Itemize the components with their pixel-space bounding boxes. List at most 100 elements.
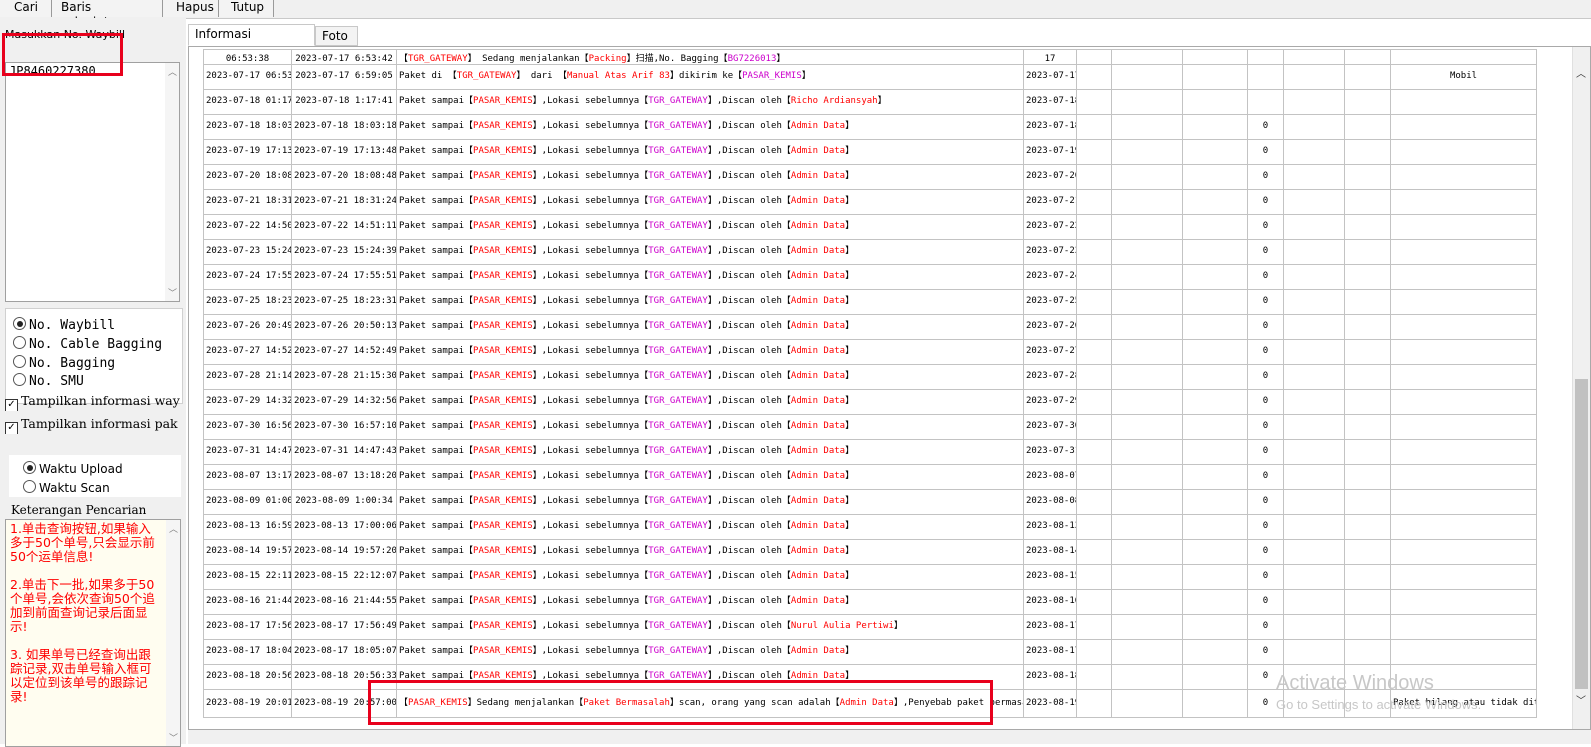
empty-cell <box>1076 614 1112 640</box>
table-row[interactable]: 2023-07-20 18:08:282023-07-20 18:08:48Pa… <box>203 164 1537 190</box>
bracket: 】 <box>707 121 717 132</box>
bracket: 【 <box>464 96 474 107</box>
checkbox-show-package[interactable]: ✓ Tampilkan informasi pak <box>5 416 185 434</box>
waybill-scrollbar[interactable]: ︿ ﹀ <box>165 63 179 301</box>
text: ,Discan oleh <box>716 646 782 657</box>
table-row[interactable]: 06:53:38 2023-07-17 6:53:42 【TGR_GATEWAY】 … <box>203 49 1537 65</box>
text: 2023-08-07 13:17:51 <box>206 471 291 482</box>
hub-name: PASAR_KEMIS <box>473 96 533 107</box>
bracket: 】 <box>626 53 636 64</box>
upload-time-cell: 2023-07-22 14:50:52 <box>203 214 292 240</box>
bracket: 【 <box>781 496 791 507</box>
table-row[interactable]: 2023-07-25 18:23:112023-07-25 18:23:31Pa… <box>203 289 1537 315</box>
hub-name: TGR_GATEWAY <box>648 421 708 432</box>
scanner-name: Admin Data <box>790 646 846 657</box>
text: Sedang menjalankan <box>476 697 575 708</box>
waybill-input[interactable]: JP8460227380 ︿ ﹀ <box>5 62 180 302</box>
date-cell: 2023-07-27 <box>1023 339 1077 365</box>
scroll-up-icon[interactable]: ︿ <box>1576 65 1586 80</box>
table-row[interactable]: 2023-07-30 16:56:592023-07-30 16:57:10Pa… <box>203 414 1537 440</box>
text: 2023-08-18 20:56:33 <box>294 671 397 682</box>
bracket: 】 <box>669 71 679 82</box>
scroll-up-icon[interactable]: ︿ <box>169 522 178 535</box>
notes-scrollbar[interactable]: ︿ ﹀ <box>166 520 180 746</box>
table-row[interactable]: 2023-08-07 13:17:512023-08-07 13:18:20Pa… <box>203 464 1537 490</box>
courier-name: Manual Atas Arif 83 <box>566 71 670 82</box>
table-row[interactable]: 2023-08-16 21:44:532023-08-16 21:44:55Pa… <box>203 589 1537 615</box>
description-cell: Paket sampai【PASAR_KEMIS】,Lokasi sebelum… <box>396 189 1024 215</box>
radio-bagging[interactable]: No. Bagging <box>13 354 115 372</box>
table-row[interactable]: 2023-07-21 18:31:032023-07-21 18:31:24Pa… <box>203 189 1537 215</box>
date-cell: 2023-08-15 <box>1023 564 1077 590</box>
count-cell: 0 <box>1247 514 1284 540</box>
bracket: 】 <box>532 646 542 657</box>
empty-cell <box>1111 164 1183 190</box>
bracket: 【 <box>781 246 791 257</box>
empty-cell <box>1283 289 1345 315</box>
radio-upload-time[interactable]: Waktu Upload <box>23 460 123 476</box>
scroll-up-icon[interactable]: ︿ <box>168 65 177 78</box>
tab-photo[interactable]: Foto <box>315 26 358 46</box>
close-button[interactable]: Tutup <box>219 0 274 17</box>
text: dikirim ke <box>678 71 734 82</box>
bracket: 】 <box>845 321 855 332</box>
grid-vertical-scrollbar[interactable]: ︿ ﹀ <box>1572 47 1590 729</box>
description-cell: Paket sampai【PASAR_KEMIS】,Lokasi sebelum… <box>396 164 1024 190</box>
empty-cell <box>1182 589 1248 615</box>
empty-cell <box>1111 189 1183 215</box>
table-row[interactable]: 2023-07-27 14:52:272023-07-27 14:52:49Pa… <box>203 339 1537 365</box>
bracket: 】 <box>532 496 542 507</box>
text: 2023-08-15 22:12:07 <box>294 571 397 582</box>
scan-time-cell: 2023-07-30 16:57:10 <box>291 414 397 440</box>
table-row[interactable]: 2023-08-09 01:00:262023-08-09 1:00:34Pak… <box>203 489 1537 515</box>
text: ,Lokasi sebelumnya <box>541 246 640 257</box>
bracket: 【 <box>781 321 791 332</box>
table-row[interactable]: 2023-07-23 15:24:162023-07-23 15:24:39Pa… <box>203 239 1537 265</box>
table-row[interactable]: 2023-07-26 20:49:562023-07-26 20:50:13Pa… <box>203 314 1537 340</box>
checkbox-show-waybill[interactable]: ✓ Tampilkan informasi way <box>5 393 185 411</box>
table-row[interactable]: 2023-07-24 17:55:202023-07-24 17:55:51Pa… <box>203 264 1537 290</box>
radio-waybill[interactable]: No. Waybill <box>13 316 115 334</box>
radio-scan-time[interactable]: Waktu Scan <box>23 479 110 495</box>
hub-name: TGR_GATEWAY <box>648 171 708 182</box>
radio-smu[interactable]: No. SMU <box>13 372 84 390</box>
scanner-name: Admin Data <box>790 346 846 357</box>
scroll-down-icon[interactable]: ﹀ <box>169 731 178 744</box>
count-cell: 0 <box>1247 489 1284 515</box>
table-row[interactable]: 2023-08-15 22:11:552023-08-15 22:12:07Pa… <box>203 564 1537 590</box>
table-row[interactable]: 2023-08-17 18:04:462023-08-17 18:05:07Pa… <box>203 639 1537 665</box>
table-row[interactable]: 2023-08-17 17:56:282023-08-17 17:56:49Pa… <box>203 614 1537 640</box>
table-row[interactable]: 2023-07-19 17:13:392023-07-19 17:13:48Pa… <box>203 139 1537 165</box>
text: 2023-07-31 14:47:17 <box>206 446 291 457</box>
bracket: 】 <box>707 471 717 482</box>
scanner-name: Richo Ardiansyah <box>790 96 878 107</box>
table-row[interactable]: 2023-07-29 14:32:442023-07-29 14:32:56Pa… <box>203 389 1537 415</box>
date-cell: 2023-07-18 <box>1023 89 1077 115</box>
table-row[interactable]: 2023-07-18 01:17:252023-07-18 1:17:41Pak… <box>203 89 1537 115</box>
scroll-down-icon[interactable]: ﹀ <box>1576 692 1586 707</box>
radio-cable-bagging[interactable]: No. Cable Bagging <box>13 335 162 353</box>
empty-cell <box>1390 214 1537 240</box>
table-row[interactable]: 2023-07-28 21:14:572023-07-28 21:15:30Pa… <box>203 364 1537 390</box>
search-notes-box[interactable]: 1.单击查询按钮,如果输入多于50个单号,只会显示前50个运单信息! 2.单击下… <box>5 519 181 747</box>
table-row[interactable]: 2023-08-14 19:57:082023-08-14 19:57:20Pa… <box>203 539 1537 565</box>
table-row[interactable]: 2023-07-31 14:47:172023-07-31 14:47:43Pa… <box>203 439 1537 465</box>
table-row[interactable]: 2023-07-17 06:53:012023-07-17 6:59:05Pak… <box>203 64 1537 90</box>
tab-tracking-info[interactable]: Informasi Pelacakan <box>188 24 315 60</box>
bracket: 】 <box>845 521 855 532</box>
table-row[interactable]: 2023-08-13 16:59:432023-08-13 17:00:06Pa… <box>203 514 1537 540</box>
hub-name: PASAR_KEMIS <box>473 196 533 207</box>
bracket: 【 <box>639 471 649 482</box>
scroll-down-icon[interactable]: ﹀ <box>168 286 177 299</box>
empty-cell <box>1390 639 1537 665</box>
next-row-button[interactable]: Baris selanjutnya <box>52 0 163 29</box>
search-button[interactable]: Cari <box>0 0 52 17</box>
empty-cell <box>1344 64 1391 90</box>
table-row[interactable]: 2023-07-22 14:50:522023-07-22 14:51:11Pa… <box>203 214 1537 240</box>
delete-button[interactable]: Hapus <box>163 0 219 17</box>
scrollbar-thumb[interactable] <box>1575 379 1588 689</box>
bracket: 】 <box>845 371 855 382</box>
search-notes-label: Keterangan Pencarian <box>11 503 147 517</box>
table-row[interactable]: 2023-07-18 18:03:052023-07-18 18:03:18Pa… <box>203 114 1537 140</box>
text: Paket sampai <box>399 346 465 357</box>
